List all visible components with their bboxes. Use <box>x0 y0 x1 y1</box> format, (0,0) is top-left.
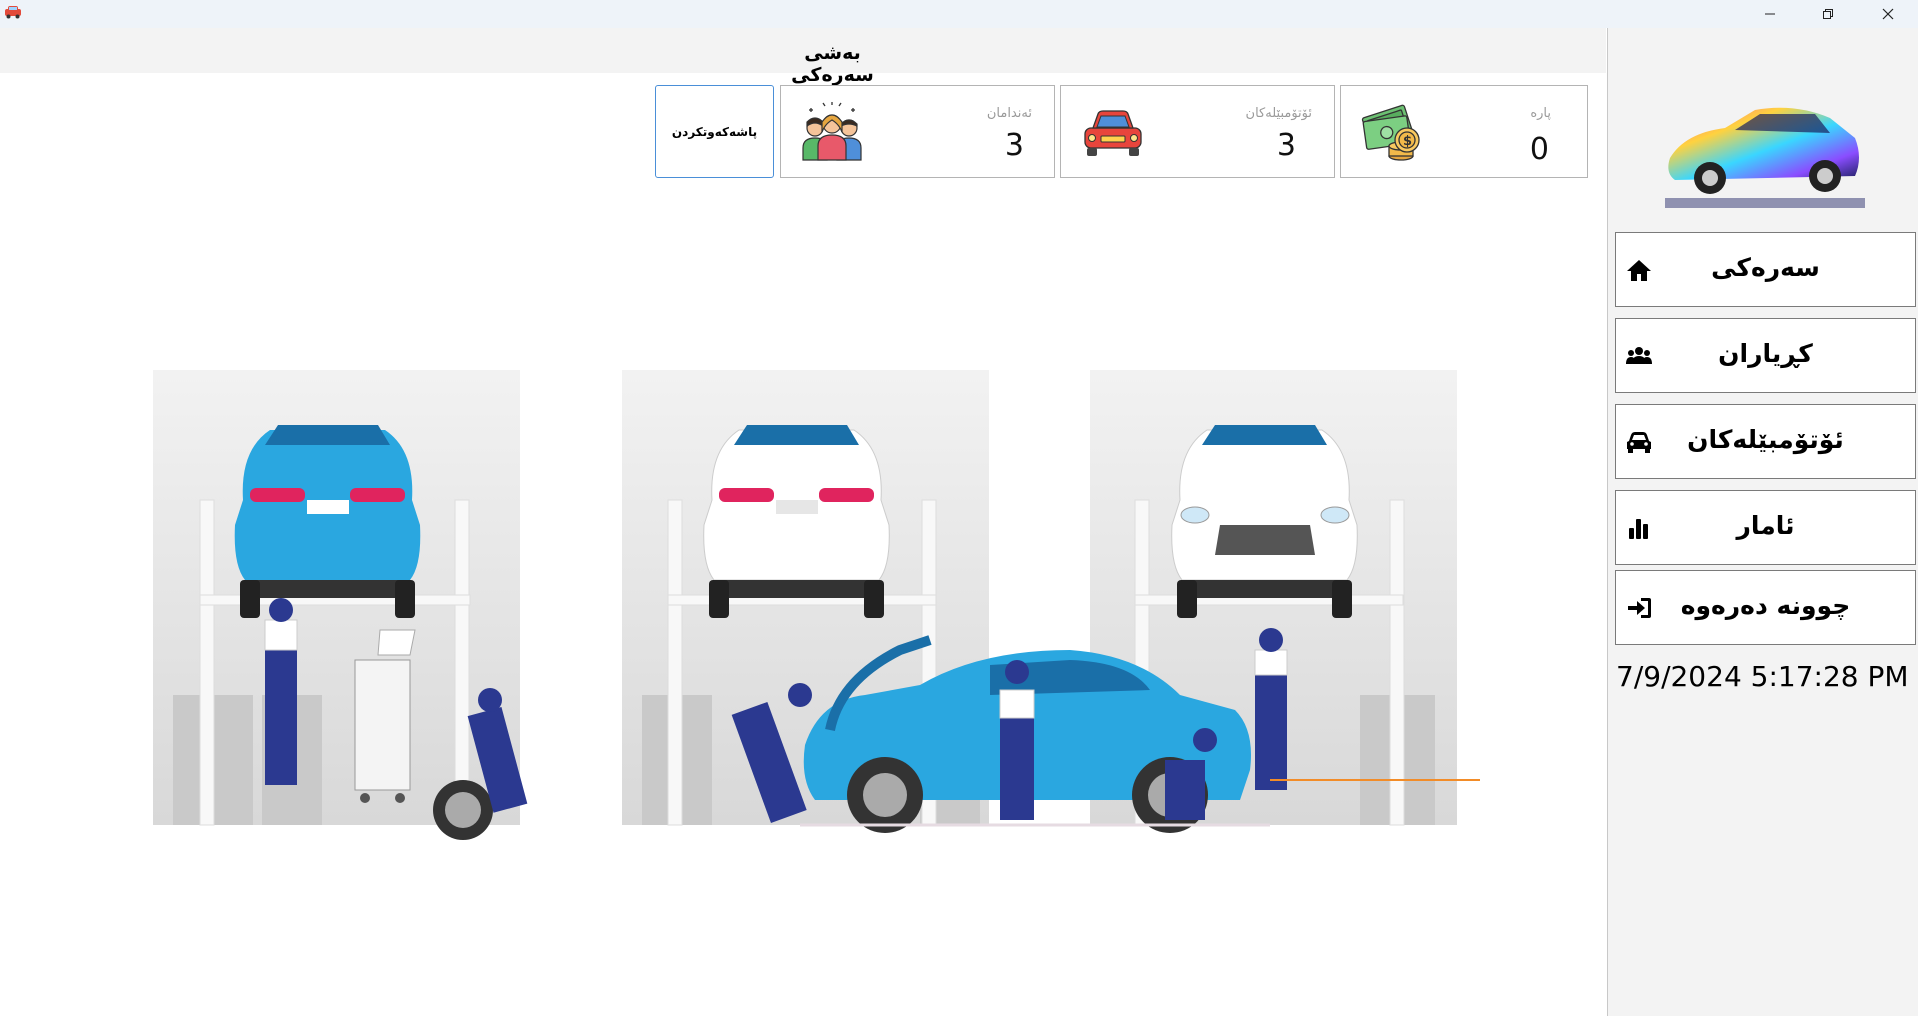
cars-card: ئۆتۆمبێلەکان 3 <box>1060 85 1335 178</box>
sidebar-item-statistics[interactable]: ئامار <box>1615 490 1916 565</box>
close-icon <box>1882 8 1894 20</box>
sign-in-icon <box>1628 598 1651 618</box>
app-logo <box>1665 107 1865 208</box>
money-value: 0 <box>1529 132 1549 167</box>
datetime-label: 7/9/2024 5:17:28 PM <box>1616 660 1909 693</box>
minimize-icon <box>1765 13 1775 15</box>
cars-label: ئۆتۆمبێلەکان <box>1245 106 1312 121</box>
svg-text:$: $ <box>1403 134 1412 149</box>
members-card: ئەندامان 3 <box>780 85 1055 178</box>
money-card: $ پارە 0 <box>1340 85 1588 178</box>
sidebar-item-label: چوونە دەرەوە <box>1680 591 1851 620</box>
car-icon <box>1084 110 1142 156</box>
lifted-white-car <box>703 425 890 618</box>
sidebar: سەرەکی کڕیاران ئۆتۆمبێلەکان ئامار چوونە … <box>1607 28 1918 1016</box>
minimize-button[interactable] <box>1741 0 1799 28</box>
garage-illustration <box>153 370 1480 840</box>
lifted-white-car-front <box>1171 425 1358 618</box>
backup-button[interactable]: پاشەکەوتکردن <box>655 85 774 178</box>
money-icon: $ <box>1361 104 1420 161</box>
close-button[interactable] <box>1859 0 1917 28</box>
sidebar-item-customers[interactable]: کڕیاران <box>1615 318 1916 393</box>
sidebar-item-label: ئۆتۆمبێلەکان <box>1687 425 1844 454</box>
bar-chart-icon <box>1629 519 1648 539</box>
sidebar-item-logout[interactable]: چوونە دەرەوە <box>1615 570 1916 645</box>
money-label: پارە <box>1530 106 1551 121</box>
restore-icon <box>1823 9 1833 19</box>
lifted-blue-car <box>234 425 421 618</box>
app-car-icon <box>5 6 21 19</box>
cars-value: 3 <box>1276 128 1296 163</box>
sidebar-item-label: سەرەکی <box>1711 253 1820 282</box>
window-titlebar <box>0 0 1918 28</box>
sidebar-item-label: کڕیاران <box>1718 339 1813 368</box>
home-icon <box>1627 260 1651 281</box>
page-header: بەشی سەرەکی <box>0 28 1606 86</box>
page-title: بەشی سەرەکی <box>791 42 874 86</box>
sidebar-item-cars[interactable]: ئۆتۆمبێلەکان <box>1615 404 1916 479</box>
users-icon <box>1626 347 1652 364</box>
sidebar-item-home[interactable]: سەرەکی <box>1615 232 1916 307</box>
sidebar-item-label: ئامار <box>1736 511 1795 540</box>
restore-button[interactable] <box>1799 0 1857 28</box>
team-icon <box>802 102 862 161</box>
members-label: ئەندامان <box>986 106 1032 121</box>
car-icon <box>1627 432 1651 453</box>
members-value: 3 <box>1004 128 1024 163</box>
